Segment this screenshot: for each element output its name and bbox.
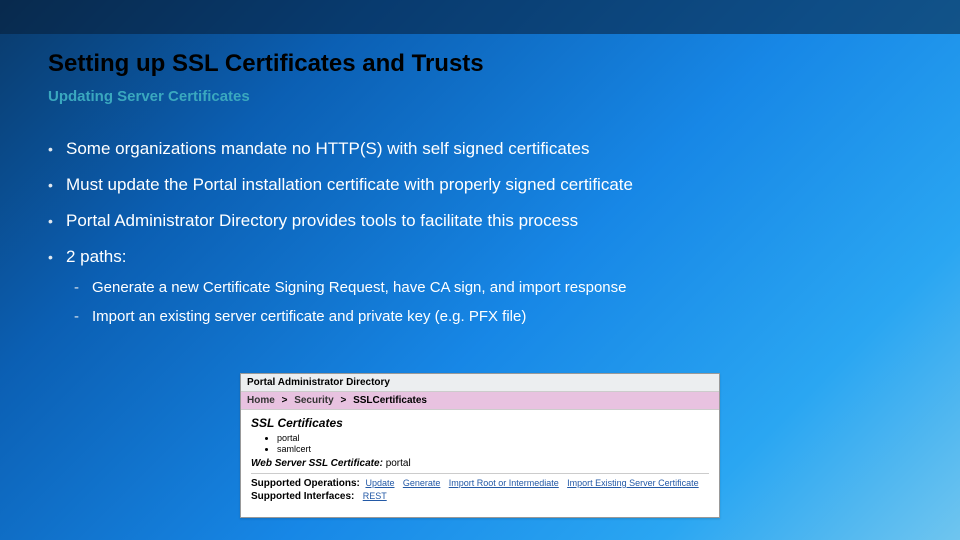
breadcrumb: Home > Security > SSLCertificates xyxy=(241,392,719,410)
supported-interfaces-line: Supported Interfaces: REST xyxy=(251,491,709,502)
breadcrumb-home[interactable]: Home xyxy=(247,395,275,406)
sub-bullet-text: Import an existing server certificate an… xyxy=(92,308,526,325)
bullet-text: Must update the Portal installation cert… xyxy=(66,175,633,194)
sub-bullet-item: Generate a new Certificate Signing Reque… xyxy=(74,279,920,296)
sub-bullet-item: Import an existing server certificate an… xyxy=(74,308,920,325)
section-heading: SSL Certificates xyxy=(251,416,709,430)
op-update-link[interactable]: Update xyxy=(365,478,394,488)
portal-window-title: Portal Administrator Directory xyxy=(241,374,719,392)
portal-admin-window: Portal Administrator Directory Home > Se… xyxy=(240,373,720,518)
iface-rest-link[interactable]: REST xyxy=(363,491,387,501)
slide-title: Setting up SSL Certificates and Trusts xyxy=(48,50,920,78)
bullet-item: Some organizations mandate no HTTP(S) wi… xyxy=(48,139,920,159)
cert-list-item[interactable]: samlcert xyxy=(277,444,709,454)
web-server-value: portal xyxy=(386,458,411,469)
bullet-text: Some organizations mandate no HTTP(S) wi… xyxy=(66,139,589,158)
cert-list: portal samlcert xyxy=(277,433,709,454)
bullet-list: Some organizations mandate no HTTP(S) wi… xyxy=(48,139,920,325)
portal-body: SSL Certificates portal samlcert Web Ser… xyxy=(241,410,719,508)
breadcrumb-sep: > xyxy=(282,395,288,406)
bullet-item: Portal Administrator Directory provides … xyxy=(48,211,920,231)
op-import-existing-link[interactable]: Import Existing Server Certificate xyxy=(567,478,699,488)
top-band xyxy=(0,0,960,34)
web-server-label: Web Server SSL Certificate: xyxy=(251,458,383,469)
web-server-cert-line: Web Server SSL Certificate: portal xyxy=(251,458,709,469)
slide-subtitle: Updating Server Certificates xyxy=(48,88,920,105)
breadcrumb-sep: > xyxy=(340,395,346,406)
breadcrumb-current: SSLCertificates xyxy=(353,395,427,406)
bullet-text: Portal Administrator Directory provides … xyxy=(66,211,578,230)
supported-ops-label: Supported Operations: xyxy=(251,478,360,489)
slide: Setting up SSL Certificates and Trusts U… xyxy=(0,0,960,540)
op-generate-link[interactable]: Generate xyxy=(403,478,441,488)
content-area: Setting up SSL Certificates and Trusts U… xyxy=(48,50,920,341)
bullet-item: Must update the Portal installation cert… xyxy=(48,175,920,195)
bullet-text: 2 paths: xyxy=(66,247,127,266)
divider xyxy=(251,473,709,474)
cert-list-item[interactable]: portal xyxy=(277,433,709,443)
sub-bullet-text: Generate a new Certificate Signing Reque… xyxy=(92,279,626,296)
breadcrumb-security[interactable]: Security xyxy=(294,395,333,406)
supported-iface-label: Supported Interfaces: xyxy=(251,491,354,502)
sub-bullet-list: Generate a new Certificate Signing Reque… xyxy=(74,279,920,325)
op-import-root-link[interactable]: Import Root or Intermediate xyxy=(449,478,559,488)
supported-operations-line: Supported Operations: Update Generate Im… xyxy=(251,478,709,489)
bullet-item: 2 paths: Generate a new Certificate Sign… xyxy=(48,247,920,325)
